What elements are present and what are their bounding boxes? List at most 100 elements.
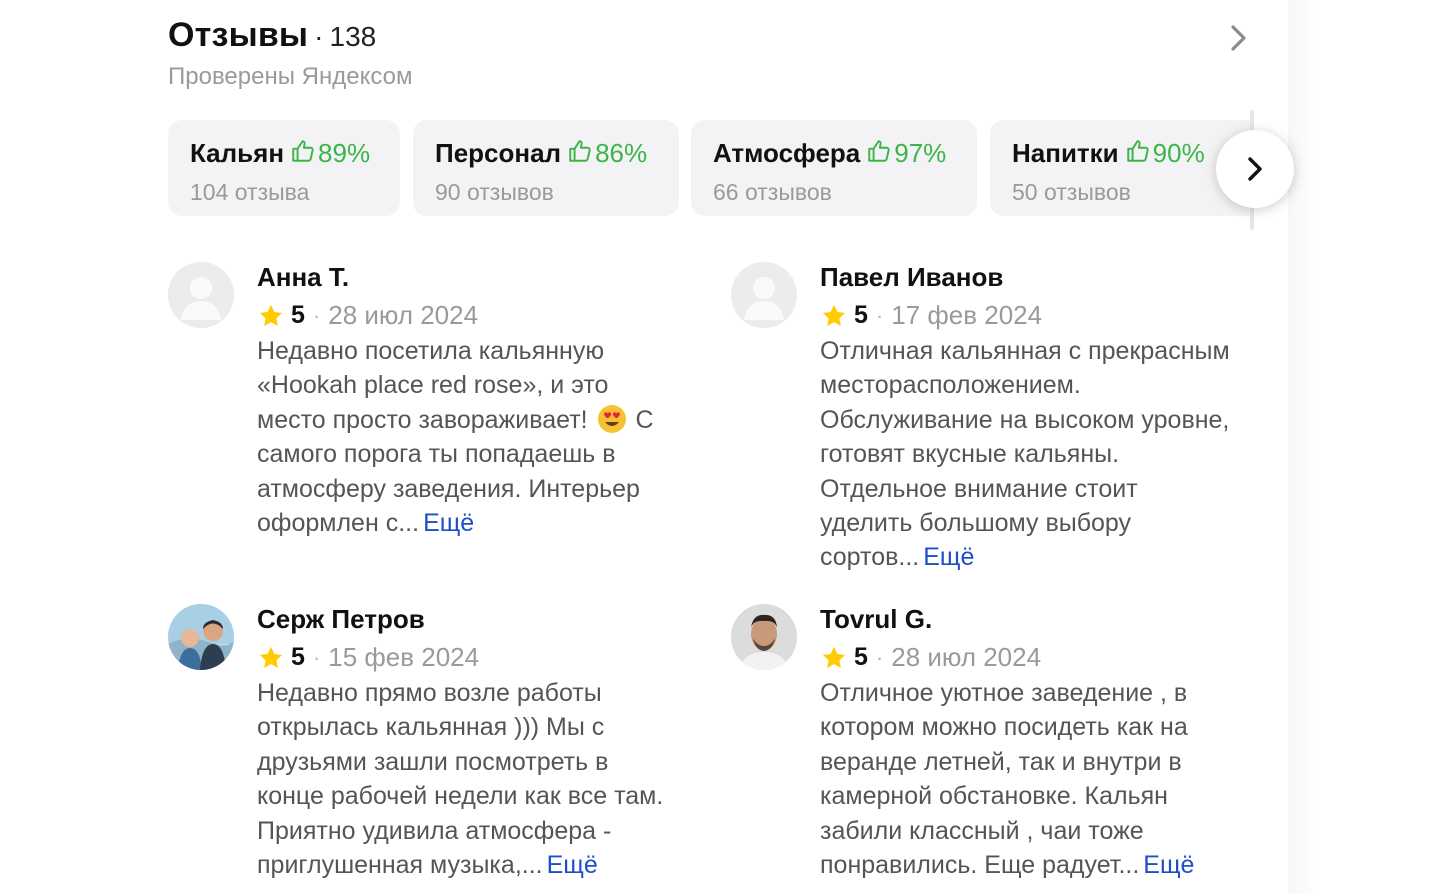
topic-name: Напитки xyxy=(1012,138,1119,168)
rating-separator: · xyxy=(312,302,321,328)
reviews-header: Отзывы · 138 Проверены Яндексом xyxy=(168,16,412,91)
review-date: 28 июл 2024 xyxy=(891,642,1042,672)
topic-chip-drinks[interactable]: Напитки 90% 50 отзывов xyxy=(990,120,1250,216)
topic-percent: 97% xyxy=(894,138,947,168)
review-text-line: Приятно удивила атмосфера - xyxy=(257,816,612,845)
review-text-line: забили классный , чаи тоже xyxy=(820,816,1144,845)
rating-score: 5 xyxy=(291,301,305,329)
verified-subtitle: Проверены Яндексом xyxy=(168,63,413,90)
star-icon xyxy=(259,304,283,326)
review-text-line: веранде летней, так и внутри в xyxy=(820,747,1182,776)
review-text-last-line: понравились. Еще радует... Ещё xyxy=(820,848,1194,882)
review-text-line: «Hookah place red rose», и это xyxy=(257,371,609,400)
read-more-link[interactable]: Ещё xyxy=(923,543,974,571)
review-text-segment: место просто завораживает! xyxy=(257,405,588,434)
review-text-line: Отличная кальянная с прекрасным xyxy=(820,337,1230,365)
review-text-line: уделить большому выбору xyxy=(820,509,1132,538)
topic-review-count: 90 отзывов xyxy=(435,179,554,205)
heart-eyes-emoji-icon xyxy=(597,404,627,434)
review-text-line: Отдельное внимание стоит xyxy=(820,474,1138,503)
star-icon xyxy=(822,304,846,326)
reviews-title-row: Отзывы · 138 xyxy=(168,16,412,55)
review-text: Недавно посетила кальянную «Hookah place… xyxy=(257,334,654,540)
review-text-line: открылась кальянная ))) Мы с xyxy=(257,713,605,742)
reviews-count: 138 xyxy=(329,21,377,52)
star-icon xyxy=(259,646,283,668)
topics-next-button[interactable] xyxy=(1216,130,1294,208)
rating-separator: · xyxy=(875,302,884,328)
review-text-segment: сортов... xyxy=(820,543,920,572)
topic-review-count: 50 отзывов xyxy=(1012,179,1131,205)
read-more-link[interactable]: Ещё xyxy=(423,509,474,537)
review-text-last-line: оформлен с... Ещё xyxy=(257,506,654,540)
avatar-photo[interactable] xyxy=(168,604,234,670)
star-icon xyxy=(822,646,846,668)
review-text-line-with-emoji: место просто завораживает! С xyxy=(257,403,654,437)
review-text-line: месторасположением. xyxy=(820,371,1081,400)
review-text-line: Отличное уютное заведение , в xyxy=(820,679,1188,707)
rating-score: 5 xyxy=(854,643,868,671)
read-more-link[interactable]: Ещё xyxy=(1143,851,1194,879)
reviews-title[interactable]: Отзывы xyxy=(168,16,308,55)
review-rating: 5 · 28 июл 2024 xyxy=(257,300,478,331)
review-author[interactable]: Серж Петров xyxy=(257,604,425,635)
review-text-last-line: сортов... Ещё xyxy=(820,540,1230,574)
review-text-line: готовят вкусные кальяны. xyxy=(820,440,1120,469)
review-text-segment: понравились. Еще радует... xyxy=(820,851,1140,880)
review-author[interactable]: Tovrul G. xyxy=(820,604,932,635)
topic-chip-staff[interactable]: Персонал 86% 90 отзывов xyxy=(413,120,679,216)
review-text-line: котором можно посидеть как на xyxy=(820,713,1188,742)
review-text: Отличное уютное заведение , в котором мо… xyxy=(820,676,1194,882)
review-date: 28 июл 2024 xyxy=(328,300,479,330)
read-more-link[interactable]: Ещё xyxy=(547,851,598,879)
review-text-line: конце рабочей недели как все там. xyxy=(257,782,664,811)
review-text-line: Недавно прямо возле работы xyxy=(257,679,602,707)
topic-name: Персонал xyxy=(435,138,562,168)
thumbs-up-icon xyxy=(1125,138,1151,169)
review-card: Tovrul G. 5 · 28 июл 2024 Отличное уютно… xyxy=(731,604,1271,894)
open-reviews-chevron-right-icon[interactable] xyxy=(1226,22,1252,54)
review-author[interactable]: Павел Иванов xyxy=(820,262,1003,293)
topic-percent: 89% xyxy=(318,138,371,168)
review-text-line: Недавно посетила кальянную xyxy=(257,337,605,365)
review-text-segment: приглушенная музыка,... xyxy=(257,851,543,880)
thumbs-up-icon xyxy=(866,138,892,169)
review-text-line: друзьями зашли посмотреть в xyxy=(257,747,609,776)
panel-edge-shadow xyxy=(1288,0,1318,894)
thumbs-up-icon xyxy=(567,138,593,169)
review-text: Отличная кальянная с прекрасным месторас… xyxy=(820,334,1230,575)
review-rating: 5 · 17 фев 2024 xyxy=(820,300,1042,331)
review-date: 17 фев 2024 xyxy=(891,300,1043,330)
avatar-placeholder[interactable] xyxy=(731,262,797,328)
review-author[interactable]: Анна Т. xyxy=(257,262,349,293)
review-card: Анна Т. 5 · 28 июл 2024 Недавно посетила… xyxy=(168,262,708,552)
review-date: 15 фев 2024 xyxy=(328,642,480,672)
review-text-line: атмосферу заведения. Интерьер xyxy=(257,474,640,503)
thumbs-up-icon xyxy=(290,138,316,169)
review-card: Серж Петров 5 · 15 фев 2024 Недавно прям… xyxy=(168,604,708,894)
topic-chips-row: Кальян 89% 104 отзыва Персонал 86% 90 отзы… xyxy=(168,120,1250,218)
topic-chip-hookah[interactable]: Кальян 89% 104 отзыва xyxy=(168,120,400,216)
rating-separator: · xyxy=(875,644,884,670)
review-text-segment: оформлен с... xyxy=(257,509,420,538)
review-text-last-line: приглушенная музыка,... Ещё xyxy=(257,848,663,882)
avatar-placeholder[interactable] xyxy=(168,262,234,328)
topic-review-count: 104 отзыва xyxy=(190,179,310,205)
review-text-line: Обслуживание на высоком уровне, xyxy=(820,405,1230,434)
review-text-segment: С xyxy=(635,405,654,434)
topic-review-count: 66 отзывов xyxy=(713,179,832,205)
topic-percent: 90% xyxy=(1152,138,1205,168)
review-text-line: самого порога ты попадаешь в xyxy=(257,440,616,469)
chevron-right-icon xyxy=(1248,157,1262,181)
rating-score: 5 xyxy=(291,643,305,671)
rating-score: 5 xyxy=(854,301,868,329)
topic-chip-atmosphere[interactable]: Атмосфера 97% 66 отзывов xyxy=(691,120,977,216)
title-separator: · xyxy=(314,21,324,52)
topic-percent: 86% xyxy=(595,138,648,168)
topic-name: Атмосфера xyxy=(713,138,861,168)
review-text-line: камерной обстановке. Кальян xyxy=(820,782,1168,811)
review-rating: 5 · 15 фев 2024 xyxy=(257,642,479,673)
avatar-photo[interactable] xyxy=(731,604,797,670)
review-rating: 5 · 28 июл 2024 xyxy=(820,642,1041,673)
review-text: Недавно прямо возле работы открылась кал… xyxy=(257,676,663,882)
